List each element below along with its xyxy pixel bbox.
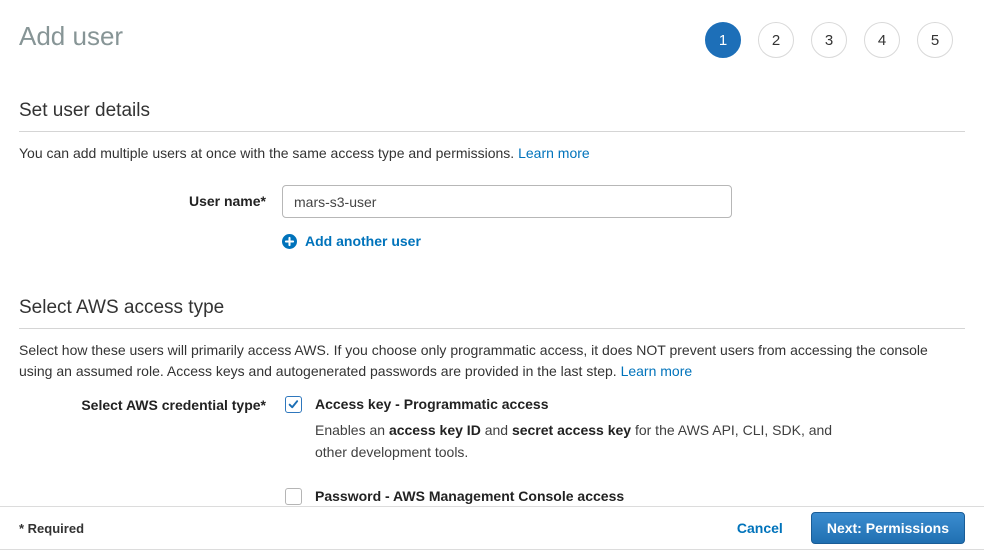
step-circle-1: 1: [705, 22, 741, 58]
console-access-label[interactable]: Password - AWS Management Console access: [315, 488, 834, 505]
programmatic-access-description: Enables an access key ID and secret acce…: [315, 419, 843, 463]
programmatic-access-label[interactable]: Access key - Programmatic access: [315, 396, 843, 413]
step-circle-2: 2: [758, 22, 794, 58]
console-access-checkbox[interactable]: [285, 488, 302, 505]
required-note: * Required: [19, 521, 84, 536]
username-row: User name*: [19, 185, 965, 218]
cancel-button[interactable]: Cancel: [737, 520, 783, 536]
add-another-user-label: Add another user: [305, 233, 421, 249]
option-programmatic-access: Access key - Programmatic access Enables…: [285, 396, 843, 463]
option-body: Access key - Programmatic access Enables…: [315, 396, 843, 463]
step-indicator: 12345: [705, 22, 953, 58]
user-details-intro: You can add multiple users at once with …: [19, 143, 965, 164]
username-label: User name*: [19, 185, 266, 218]
learn-more-link-users[interactable]: Learn more: [518, 145, 590, 161]
access-type-intro: Select how these users will primarily ac…: [19, 340, 965, 382]
wizard-footer: * Required Cancel Next: Permissions: [0, 506, 984, 550]
learn-more-link-access[interactable]: Learn more: [621, 363, 693, 379]
username-input[interactable]: [282, 185, 732, 218]
footer-actions: Cancel Next: Permissions: [737, 512, 965, 544]
programmatic-access-checkbox[interactable]: [285, 396, 302, 413]
user-details-intro-text: You can add multiple users at once with …: [19, 145, 514, 161]
page-title: Add user: [19, 20, 123, 52]
step-circle-4: 4: [864, 22, 900, 58]
add-user-page: Add user 12345 Set user details You can …: [0, 0, 984, 533]
section-heading-access-type: Select AWS access type: [19, 297, 965, 329]
section-heading-user-details: Set user details: [19, 100, 965, 132]
check-icon: [288, 399, 299, 410]
page-header: Add user 12345: [19, 0, 965, 58]
next-permissions-button[interactable]: Next: Permissions: [811, 512, 965, 544]
username-field-wrap: [282, 185, 732, 218]
plus-circle-icon: [282, 234, 297, 249]
access-type-intro-text: Select how these users will primarily ac…: [19, 342, 928, 379]
step-circle-5: 5: [917, 22, 953, 58]
step-circle-3: 3: [811, 22, 847, 58]
add-another-user-button[interactable]: Add another user: [282, 233, 965, 249]
